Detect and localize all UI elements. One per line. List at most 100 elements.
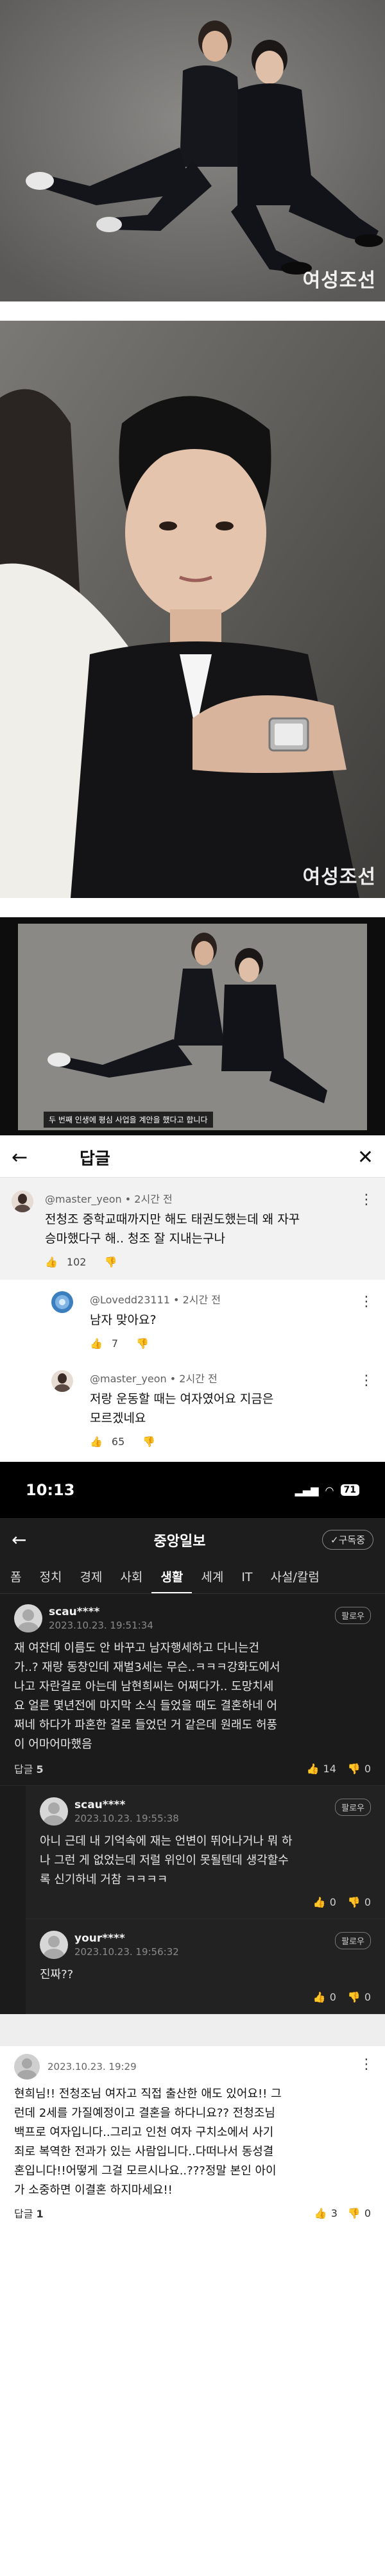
more-options-icon[interactable]: ⋮	[359, 1294, 373, 1310]
upvote-button[interactable]: 👍 3	[314, 2207, 338, 2219]
comment-footer: 답글 5 👍 14 👎 0	[14, 1761, 371, 1776]
reply-time: 2시간 전	[182, 1294, 221, 1306]
upvote-count: 3	[330, 2207, 338, 2219]
reply-text-line: 저랑 운동할 때는 여자였어요 지금은	[90, 1392, 274, 1406]
video-caption: 두 번째 인생에 평심 사업을 계안을 했다고 합니다	[44, 1112, 213, 1128]
tab-world[interactable]: 세계	[192, 1561, 232, 1593]
reply-header: scau**** 2023.10.23. 19:55:38	[40, 1797, 371, 1826]
reply-time: 2시간 전	[179, 1373, 218, 1385]
comment-date: 2023.10.23. 19:29	[47, 2061, 137, 2072]
reply-text-line: 모르겠네요	[90, 1411, 146, 1425]
comment-text-line: 이 어마어마했음	[14, 1738, 92, 1751]
close-icon[interactable]: ✕	[357, 1146, 373, 1169]
reply-author[interactable]: your****	[74, 1932, 179, 1945]
back-arrow-icon[interactable]: ←	[12, 1529, 37, 1550]
follow-button[interactable]: 팔로우	[335, 1932, 371, 1949]
comment-text-line: 승마했다구 해.. 청조 잘 지내는구나	[45, 1232, 225, 1246]
like-icon[interactable]: 👍	[90, 1436, 103, 1448]
comment-item: 2023.10.23. 19:29 ⋮ 현희님!! 전청조님 여자고 직접 출산…	[0, 2046, 385, 2230]
tab-society[interactable]: 사회	[111, 1561, 151, 1593]
comment-item: scau**** 2023.10.23. 19:51:34 팔로우 재 여잔데 …	[0, 1594, 385, 1786]
comment-header: 2023.10.23. 19:29	[14, 2054, 371, 2080]
upvote-button[interactable]: 👍 0	[313, 1896, 336, 1908]
tab-politics[interactable]: 정치	[30, 1561, 71, 1593]
comment-text-line: 혼입니다!!어떻게 그걸 모르시나요..???정말 본인 아이	[14, 2164, 277, 2178]
thumbs-down-icon: 👎	[347, 1991, 361, 2003]
subscribe-button[interactable]: ✓구독중	[322, 1530, 373, 1550]
follow-button[interactable]: 팔로우	[335, 1799, 371, 1816]
upvote-button[interactable]: 👍 14	[307, 1763, 336, 1775]
downvote-button[interactable]: 👎 0	[348, 2207, 371, 2219]
reply-text: 남자 맞아요?	[90, 1313, 157, 1327]
thumbs-up-icon: 👍	[312, 1896, 326, 1908]
photo-1-image	[0, 0, 385, 301]
reply-author[interactable]: @Lovedd23111	[90, 1294, 170, 1306]
reply-item: scau**** 2023.10.23. 19:55:38 팔로우 아니 근데 …	[26, 1786, 385, 1919]
reply-text-line: 록 신기하네 거참 ㅋㅋㅋㅋ	[40, 1873, 168, 1886]
reply-text-line: 진짜??	[40, 1968, 74, 1981]
comment-list: scau**** 2023.10.23. 19:51:34 팔로우 재 여잔데 …	[0, 1594, 385, 2014]
reply-actions: 👍 7 👎	[90, 1337, 372, 1350]
reply-author[interactable]: scau****	[74, 1799, 179, 1811]
comment-text: 현희님!! 전청조님 여자고 직접 출산한 애도 있어요!! 그 런데 2세를 …	[14, 2085, 371, 2200]
reply-item: @master_yeon • 2시간 전 저랑 운동할 때는 여자였어요 지금은…	[0, 1359, 385, 1462]
comment-author[interactable]: @master_yeon	[45, 1193, 122, 1205]
avatar[interactable]	[51, 1370, 73, 1392]
reply-footer: 👍 0 👎 0	[40, 1991, 371, 2003]
avatar[interactable]	[51, 1291, 73, 1313]
like-icon[interactable]: 👍	[90, 1337, 103, 1350]
avatar[interactable]	[40, 1931, 68, 1959]
downvote-button[interactable]: 👎 0	[348, 1896, 371, 1908]
downvote-button[interactable]: 👎 0	[348, 1991, 371, 2003]
avatar[interactable]	[14, 1604, 42, 1632]
status-icons: ▂▄▆ ◠ 71	[295, 1484, 359, 1496]
dislike-icon[interactable]: 👎	[136, 1337, 149, 1350]
app-bar: ← 중앙일보 ✓구독중	[0, 1518, 385, 1561]
reply-text: 아니 근데 내 기억속에 재는 언변이 뛰어나거나 뭐 하 나 그런 게 없었는…	[40, 1832, 371, 1890]
reply-count: 1	[36, 2208, 44, 2220]
comment-text-line: 백프로 여자입니다..그리고 인천 여자 구치소에서 사기	[14, 2126, 274, 2139]
like-count: 7	[111, 1337, 119, 1350]
thumbs-up-icon: 👍	[314, 2207, 327, 2219]
back-arrow-icon[interactable]: ←	[12, 1146, 50, 1169]
tab-life[interactable]: 생활	[151, 1561, 193, 1593]
like-count: 102	[66, 1256, 87, 1268]
downvote-button[interactable]: 👎 0	[348, 1763, 371, 1775]
comments-sheet-header: ← 답글 ✕	[0, 1138, 385, 1178]
comment-author[interactable]: scau****	[49, 1606, 153, 1618]
tab-economy[interactable]: 경제	[71, 1561, 111, 1593]
avatar[interactable]	[40, 1797, 68, 1826]
reply-header: your**** 2023.10.23. 19:56:32	[40, 1931, 371, 1959]
photo-3-image	[0, 917, 385, 1135]
more-options-icon[interactable]: ⋮	[359, 1373, 373, 1389]
more-options-icon[interactable]: ⋮	[359, 2056, 373, 2072]
tab-editorial[interactable]: 사설/칼럼	[262, 1561, 329, 1593]
downvote-count: 0	[364, 2207, 371, 2219]
tab-it[interactable]: IT	[232, 1561, 261, 1593]
comment-text: 재 여잔데 이름도 안 바꾸고 남자행세하고 다니는건 가..? 재랑 동창인데…	[14, 1639, 371, 1754]
more-options-icon[interactable]: ⋮	[359, 1192, 373, 1208]
reply-text-line: 나 그런 게 없었는데 저럴 위인이 못될텐데 생각할수	[40, 1854, 289, 1867]
comment-text-line: 런데 2세를 가질예정이고 결혼을 하다니요?? 전청조님	[14, 2106, 275, 2120]
follow-button[interactable]: 팔로우	[335, 1607, 371, 1624]
reply-date: 2023.10.23. 19:56:32	[74, 1946, 179, 1958]
reply-author[interactable]: @master_yeon	[90, 1373, 167, 1385]
comment-text-line: 현희님!! 전청조님 여자고 직접 출산한 애도 있어요!! 그	[14, 2087, 282, 2101]
upvote-button[interactable]: 👍 0	[313, 1991, 336, 2003]
reply-button[interactable]: 답글 1	[14, 2205, 44, 2221]
avatar[interactable]	[14, 2054, 40, 2080]
tab-0[interactable]: 폼	[1, 1561, 30, 1593]
comments-sheet: ← 답글 ✕ @master_yeon • 2시간 전 전청조 중학교때까지만 …	[0, 1135, 385, 1462]
dislike-icon[interactable]: 👎	[142, 1436, 155, 1448]
comment-text-line: 쩌네 하다가 파혼한 걸로 들었던 거 같은데 원래도 허풍	[14, 1718, 278, 1732]
status-bar: 10:13 ▂▄▆ ◠ 71	[0, 1462, 385, 1518]
dislike-icon[interactable]: 👎	[104, 1256, 117, 1268]
reply-button[interactable]: 답글 5	[14, 1761, 44, 1776]
photo-2-image	[0, 321, 385, 898]
like-icon[interactable]: 👍	[45, 1256, 58, 1268]
battery-icon: 71	[340, 1484, 359, 1496]
avatar[interactable]	[12, 1191, 33, 1212]
reply-label: 답글	[14, 1763, 33, 1775]
thumbs-down-icon: 👎	[347, 2207, 361, 2219]
watermark: 여성조선	[302, 866, 376, 888]
